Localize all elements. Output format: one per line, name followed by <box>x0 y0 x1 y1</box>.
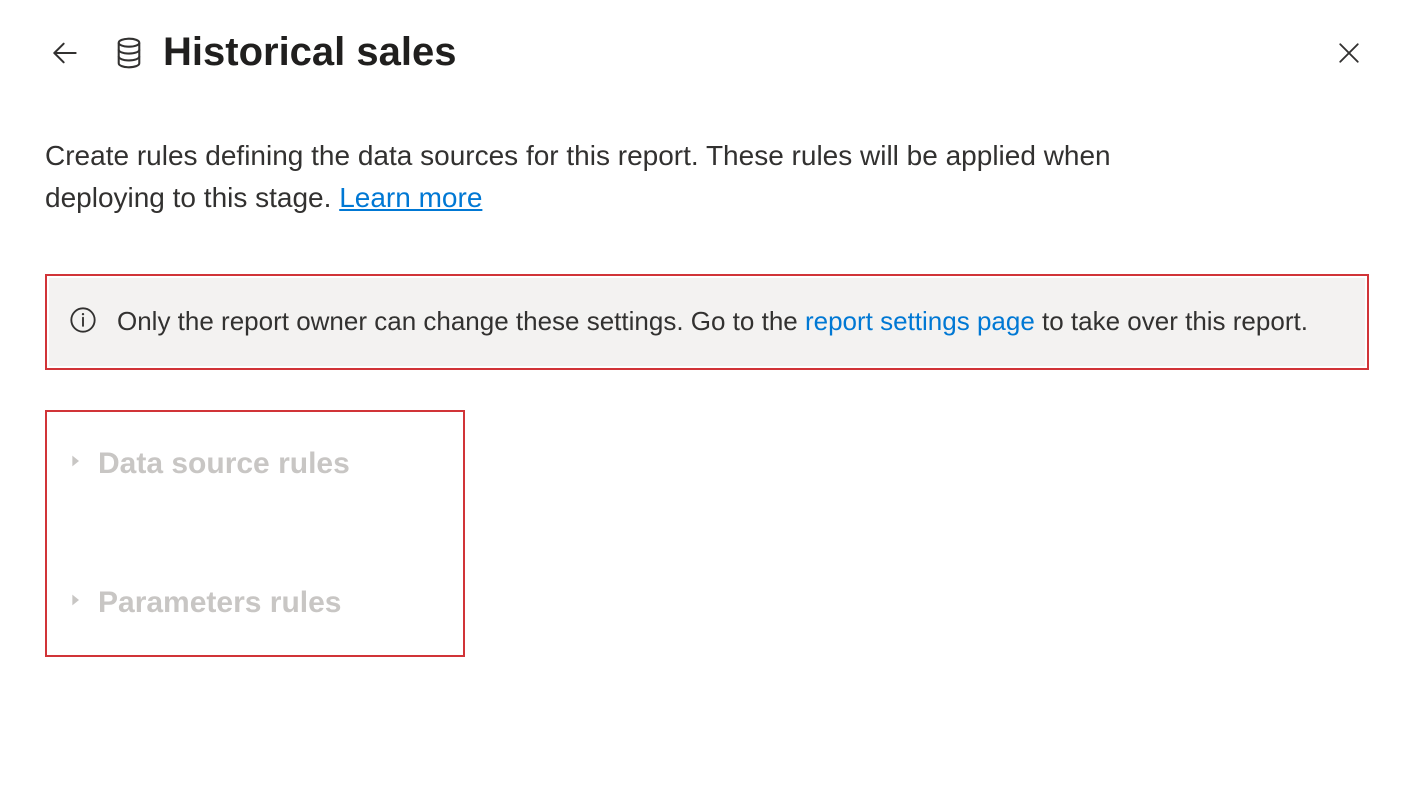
data-source-rules-label: Data source rules <box>98 447 350 481</box>
header-left: Historical sales <box>45 30 457 75</box>
learn-more-link[interactable]: Learn more <box>339 182 482 213</box>
info-icon <box>69 306 97 339</box>
title-group: Historical sales <box>115 30 457 75</box>
info-banner: Only the report owner can change these s… <box>49 278 1365 366</box>
parameters-rules-label: Parameters rules <box>98 586 342 620</box>
database-icon <box>115 37 143 69</box>
info-text-before: Only the report owner can change these s… <box>117 306 805 336</box>
info-text: Only the report owner can change these s… <box>117 303 1308 341</box>
report-settings-link[interactable]: report settings page <box>805 306 1035 336</box>
back-button[interactable] <box>45 33 85 73</box>
data-source-rules-section[interactable]: Data source rules <box>57 432 453 496</box>
rules-group-highlight: Data source rules Parameters rules <box>45 410 465 657</box>
description-text: Create rules defining the data sources f… <box>45 135 1165 219</box>
parameters-rules-section[interactable]: Parameters rules <box>57 571 453 635</box>
header: Historical sales <box>45 30 1369 75</box>
arrow-left-icon <box>49 37 81 69</box>
close-button[interactable] <box>1329 33 1369 73</box>
info-text-after: to take over this report. <box>1042 306 1308 336</box>
chevron-right-icon <box>67 592 83 613</box>
close-icon <box>1334 38 1364 68</box>
chevron-right-icon <box>67 453 83 474</box>
info-banner-highlight: Only the report owner can change these s… <box>45 274 1369 370</box>
description-before: Create rules defining the data sources f… <box>45 140 1111 213</box>
page-title: Historical sales <box>163 30 457 75</box>
